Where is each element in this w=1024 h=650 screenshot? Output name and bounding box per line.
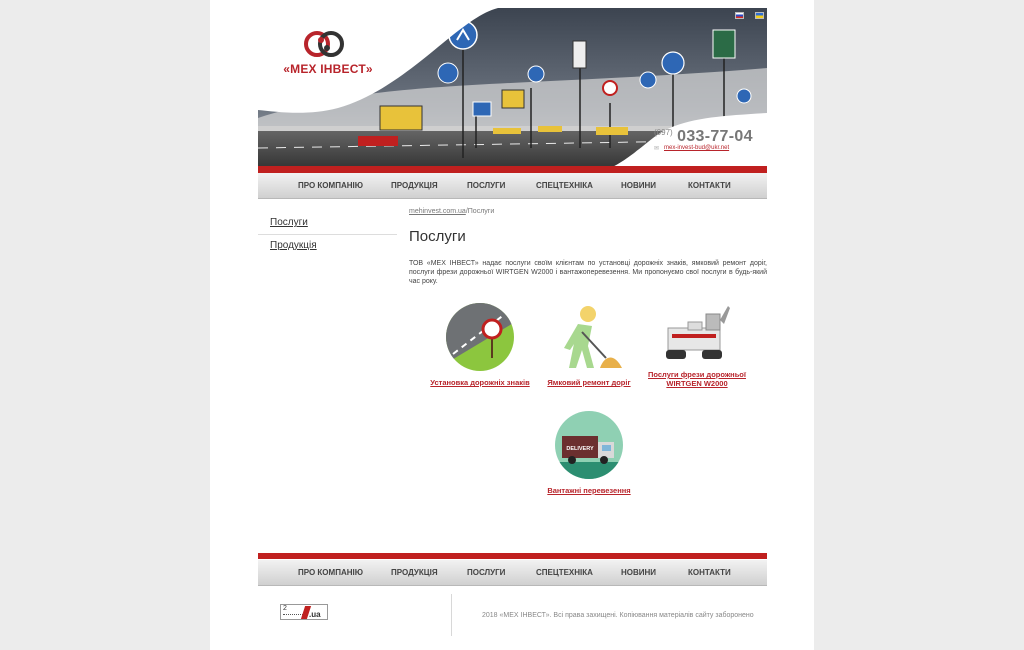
main-nav: ПРО КОМПАНІЮ ПРОДУКЦІЯ ПОСЛУГИ СПЕЦТЕХНІ… (258, 173, 767, 199)
main-content: mehinvest.com.ua/Послуги Послуги ТОВ «МЕ… (409, 208, 767, 286)
language-switcher (735, 12, 765, 22)
intro-text: ТОВ «МЕХ ІНВЕСТ» надає послуги своїм клі… (409, 260, 767, 285)
header-contacts: (097) 033-77-04 ✉ mex-invest-bud@ukr.net (654, 128, 766, 152)
breadcrumb-home-link[interactable]: mehinvest.com.ua (409, 208, 466, 215)
page-title: Послуги (409, 228, 466, 245)
nav-item-products[interactable]: ПРОДУКЦІЯ (391, 181, 438, 190)
phone-number: 033-77-04 (677, 128, 753, 145)
nav-item-about[interactable]: ПРО КОМПАНІЮ (298, 181, 363, 190)
service-pothole-repair[interactable]: Ямковий ремонт доріг (529, 302, 649, 387)
footer-nav-item-services[interactable]: ПОСЛУГИ (467, 568, 505, 577)
phone-code: (097) (654, 128, 673, 137)
logo-mark-icon (304, 31, 344, 57)
service-cargo-transport[interactable]: DELIVERY Вантажні перевезення (529, 410, 649, 495)
service-label[interactable]: Послуги фрези дорожньої WIRTGEN W2000 (637, 370, 757, 388)
footer-nav-item-about[interactable]: ПРО КОМПАНІЮ (298, 568, 363, 577)
service-label[interactable]: Вантажні перевезення (529, 486, 649, 495)
footer-red-strip (258, 553, 767, 559)
logo[interactable]: «МЕХ ІНВЕСТ» (278, 28, 378, 84)
flag-ua-icon[interactable] (755, 12, 764, 19)
service-label[interactable]: Ямковий ремонт доріг (529, 378, 649, 387)
service-label[interactable]: Установка дорожніх знаків (420, 378, 540, 387)
nav-item-services[interactable]: ПОСЛУГИ (467, 181, 505, 190)
header: «МЕХ ІНВЕСТ» (097) 033-77-04 ✉ mex-inves… (258, 8, 767, 173)
footer-nav-item-machinery[interactable]: СПЕЦТЕХНІКА (536, 568, 593, 577)
flag-ru-icon[interactable] (735, 12, 744, 19)
nav-item-contacts[interactable]: КОНТАКТИ (688, 181, 731, 190)
road-worker-icon (564, 306, 622, 368)
breadcrumb-current: Послуги (467, 208, 495, 215)
service-road-signs[interactable]: Установка дорожніх знаків (420, 302, 540, 387)
milling-machine-image (666, 306, 730, 359)
counter-badge[interactable]: 2 .ua (280, 604, 328, 620)
footer-nav-item-contacts[interactable]: КОНТАКТИ (688, 568, 731, 577)
sidebar: Послуги Продукція (258, 212, 397, 257)
road-sign-icon (446, 303, 514, 371)
truck-badge-text: DELIVERY (566, 446, 594, 452)
footer-nav: ПРО КОМПАНІЮ ПРОДУКЦІЯ ПОСЛУГИ СПЕЦТЕХНІ… (258, 560, 767, 586)
sidebar-item-services[interactable]: Послуги (258, 212, 397, 235)
counter-number: 2 (283, 605, 287, 612)
breadcrumb: mehinvest.com.ua/Послуги (409, 208, 767, 215)
email-link[interactable]: mex-invest-bud@ukr.net (664, 145, 729, 151)
page: «МЕХ ІНВЕСТ» (097) 033-77-04 ✉ mex-inves… (210, 0, 814, 650)
counter-graph (283, 614, 303, 617)
footer-nav-item-news[interactable]: НОВИНИ (621, 568, 656, 577)
counter-suffix: .ua (309, 610, 321, 619)
delivery-truck-icon: DELIVERY (555, 411, 623, 479)
copyright-text: 2018 «МЕХ ІНВЕСТ». Всі права захищені. К… (482, 612, 754, 619)
service-milling-machine[interactable]: Послуги фрези дорожньої WIRTGEN W2000 (637, 302, 757, 388)
nav-item-machinery[interactable]: СПЕЦТЕХНІКА (536, 181, 593, 190)
footer-divider (451, 594, 452, 636)
logo-name: «МЕХ ІНВЕСТ» (283, 62, 373, 76)
nav-item-news[interactable]: НОВИНИ (621, 181, 656, 190)
footer-nav-item-products[interactable]: ПРОДУКЦІЯ (391, 568, 438, 577)
mail-icon: ✉ (654, 146, 660, 152)
sidebar-item-products[interactable]: Продукція (258, 235, 397, 257)
